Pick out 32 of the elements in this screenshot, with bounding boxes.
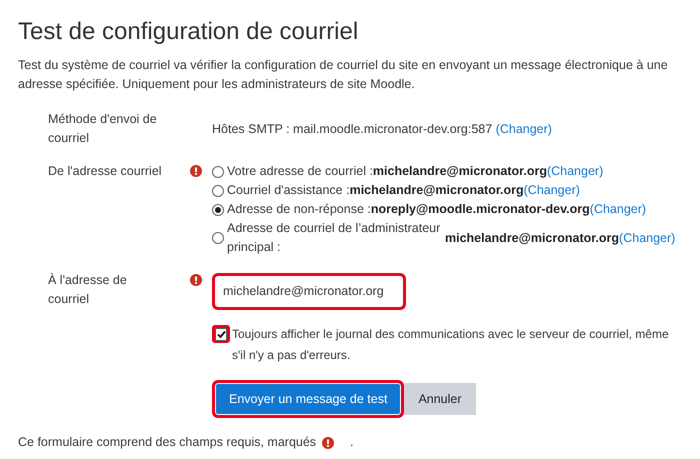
- radio-button[interactable]: [212, 232, 224, 244]
- change-link[interactable]: (Changer): [619, 228, 676, 248]
- email-input-field[interactable]: michelandre@micronator.org: [212, 273, 406, 310]
- email-address: noreply@moodle.micronator-dev.org: [370, 201, 590, 218]
- option-label: Adresse de non-réponse :: [227, 201, 371, 218]
- radio-button[interactable]: [212, 184, 224, 196]
- email-address: michelandre@micronator.org: [445, 230, 620, 247]
- change-link[interactable]: (Changer): [524, 181, 580, 200]
- radio-button[interactable]: [212, 204, 224, 216]
- checkmark-icon: [216, 330, 226, 338]
- period-text: .: [350, 434, 354, 448]
- change-link[interactable]: (Changer): [546, 162, 604, 181]
- email-address: michelandre@micronator.org: [350, 182, 524, 199]
- cancel-button[interactable]: Annuler: [404, 383, 476, 415]
- option-label: Adresse de courriel de l’administrateur principal :: [227, 220, 442, 256]
- send-test-button[interactable]: Envoyer un message de test: [212, 380, 404, 418]
- option-label: Courriel d'assistance :: [227, 182, 350, 199]
- smtp-host-text: Hôtes SMTP : mail.moodle.micronator-dev.org:587 (Changer): [212, 122, 552, 136]
- required-icon: [322, 437, 334, 449]
- radio-button[interactable]: [212, 166, 224, 178]
- checkbox[interactable]: [212, 325, 230, 343]
- required-note: Ce formulaire comprend des champs requis, marqués: [18, 434, 316, 448]
- field-label: De l'adresse courriel: [48, 163, 163, 180]
- option-label: Votre adresse de courriel :: [227, 163, 373, 180]
- field-label: À l'adresse de courriel: [48, 272, 128, 308]
- change-link[interactable]: (Changer): [496, 122, 552, 136]
- checkbox-label: Toujours afficher le journal des communications avec le serveur de courriel, même s'il n'y a pas d'erreurs.: [232, 326, 670, 364]
- change-link[interactable]: (Changer): [590, 200, 646, 219]
- intro-text: Test du système de courriel va vérifier la configuration de courriel du site en envoyant un message électronique à une adresse spécifiée. Uniquement pour les administrateurs de site Moodle.: [18, 57, 669, 93]
- page-title: Test de configuration de courriel: [18, 18, 360, 46]
- email-address: michelandre@micronator.org: [372, 163, 547, 180]
- field-label: Méthode d'envoi de courriel: [48, 111, 158, 147]
